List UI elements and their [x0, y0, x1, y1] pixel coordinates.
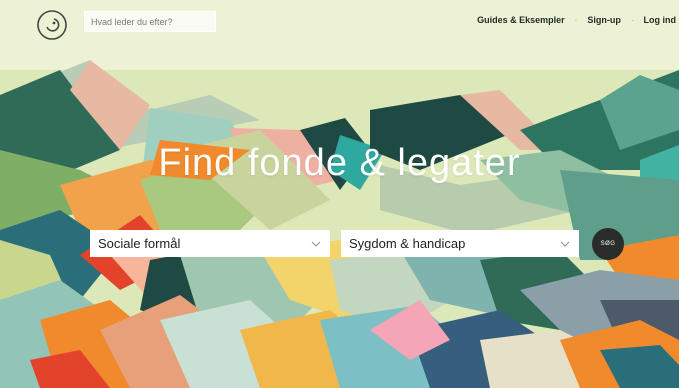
- logo-icon[interactable]: [36, 9, 68, 41]
- hero-title: Find fonde & legater: [158, 142, 521, 184]
- category-select-value: Sygdom & handicap: [349, 236, 466, 251]
- nav-separator: ·: [574, 15, 578, 25]
- purpose-select[interactable]: Sociale formål: [90, 230, 330, 257]
- hero-section: Guides & Eksempler · Sign-up · Log ind F…: [0, 0, 679, 388]
- search-input[interactable]: [84, 11, 216, 32]
- category-select[interactable]: Sygdom & handicap: [341, 230, 579, 257]
- purpose-select-value: Sociale formål: [98, 236, 181, 251]
- top-nav: Guides & Eksempler · Sign-up · Log ind: [477, 15, 676, 25]
- nav-guides-link[interactable]: Guides & Eksempler: [477, 15, 565, 25]
- nav-signup-link[interactable]: Sign-up: [587, 15, 621, 25]
- nav-login-link[interactable]: Log ind: [644, 15, 677, 25]
- nav-separator: ·: [630, 15, 634, 25]
- chevron-down-icon: [560, 241, 570, 247]
- search-button[interactable]: SØG: [592, 228, 624, 260]
- chevron-down-icon: [311, 241, 321, 247]
- mountain-illustration: [0, 0, 679, 388]
